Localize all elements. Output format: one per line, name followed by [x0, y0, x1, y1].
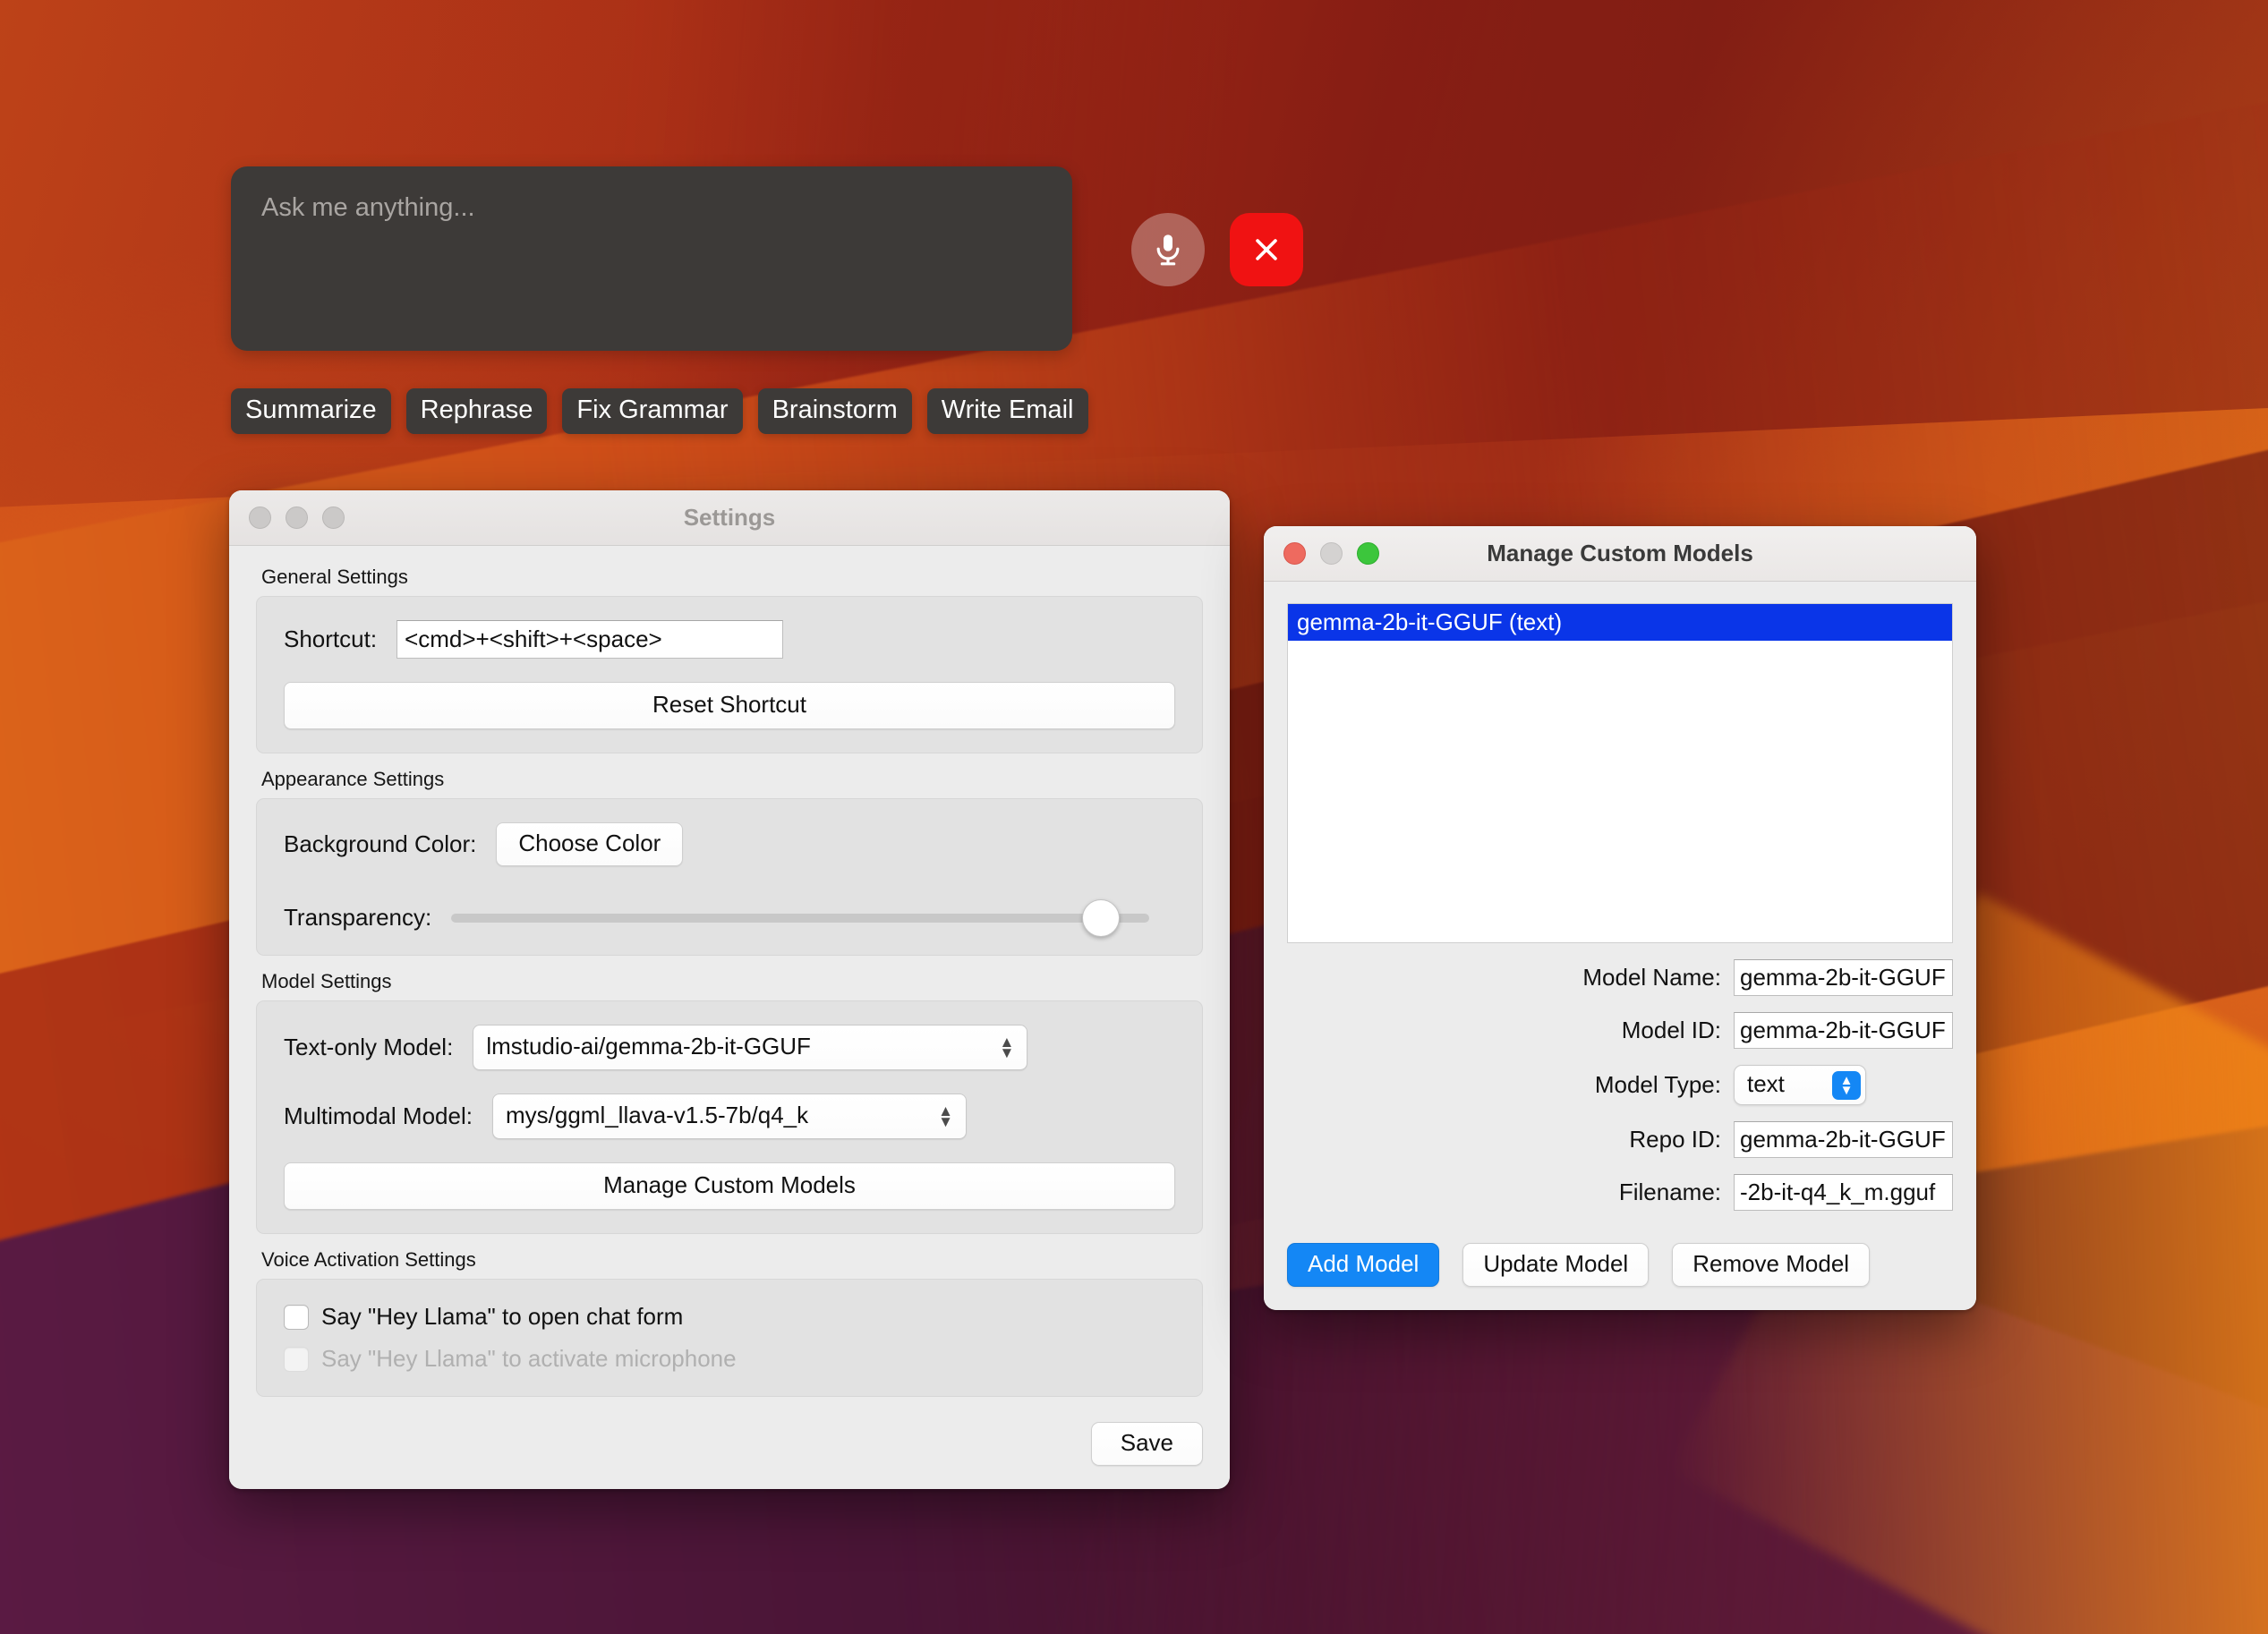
- model-name-row: Model Name:: [1287, 959, 1953, 996]
- shortcut-row: Shortcut:: [284, 620, 1175, 659]
- choose-color-button[interactable]: Choose Color: [496, 822, 683, 866]
- shortcut-input[interactable]: [396, 620, 783, 659]
- chip-summarize[interactable]: Summarize: [231, 388, 391, 434]
- model-type-select[interactable]: text ▲▼: [1734, 1065, 1866, 1105]
- multimodal-model-label: Multimodal Model:: [284, 1102, 473, 1130]
- group-voice-activation-settings: Voice Activation Settings Say "Hey Llama…: [256, 1248, 1203, 1397]
- microphone-icon: [1150, 232, 1186, 268]
- settings-minimize-light[interactable]: [286, 506, 308, 529]
- filename-input[interactable]: [1734, 1174, 1953, 1211]
- reset-shortcut-button[interactable]: Reset Shortcut: [284, 682, 1175, 729]
- models-close-light[interactable]: [1283, 542, 1306, 565]
- model-id-row: Model ID:: [1287, 1012, 1953, 1049]
- model-settings-label: Model Settings: [261, 970, 1203, 993]
- chip-brainstorm[interactable]: Brainstorm: [758, 388, 912, 434]
- checkbox-activate-microphone-label: Say "Hey Llama" to activate microphone: [321, 1345, 737, 1373]
- model-name-input[interactable]: [1734, 959, 1953, 996]
- settings-traffic-lights: [249, 506, 345, 529]
- settings-window-title: Settings: [229, 504, 1230, 532]
- close-button[interactable]: [1230, 213, 1303, 286]
- general-settings-label: General Settings: [261, 566, 1203, 589]
- general-settings-box: Shortcut: Reset Shortcut: [256, 596, 1203, 753]
- settings-zoom-light[interactable]: [322, 506, 345, 529]
- models-minimize-light[interactable]: [1320, 542, 1343, 565]
- list-item[interactable]: gemma-2b-it-GGUF (text): [1288, 604, 1952, 641]
- appearance-settings-label: Appearance Settings: [261, 768, 1203, 791]
- manage-custom-models-window: Manage Custom Models gemma-2b-it-GGUF (t…: [1264, 526, 1976, 1310]
- remove-model-button[interactable]: Remove Model: [1672, 1243, 1870, 1287]
- repo-id-input[interactable]: [1734, 1121, 1953, 1158]
- settings-titlebar[interactable]: Settings: [229, 490, 1230, 546]
- text-only-model-select[interactable]: lmstudio-ai/gemma-2b-it-GGUF ▲▼: [473, 1025, 1027, 1070]
- model-type-label: Model Type:: [1595, 1071, 1721, 1099]
- multimodal-model-select[interactable]: mys/ggml_llava-v1.5-7b/q4_k ▲▼: [492, 1094, 967, 1139]
- chevron-updown-icon: ▲▼: [938, 1106, 953, 1128]
- repo-id-label: Repo ID:: [1629, 1126, 1721, 1153]
- model-type-value: text: [1747, 1070, 1785, 1097]
- transparency-row: Transparency:: [284, 904, 1175, 932]
- settings-window: Settings General Settings Shortcut: Rese…: [229, 490, 1230, 1489]
- background-color-label: Background Color:: [284, 830, 476, 858]
- close-x-icon: [1251, 234, 1282, 265]
- desktop: Ask me anything... Summarize Rephrase F: [0, 0, 2268, 1634]
- save-row: Save: [256, 1422, 1203, 1466]
- group-appearance-settings: Appearance Settings Background Color: Ch…: [256, 768, 1203, 956]
- transparency-label: Transparency:: [284, 904, 431, 932]
- model-id-label: Model ID:: [1622, 1017, 1721, 1044]
- chat-input[interactable]: Ask me anything...: [231, 166, 1072, 351]
- chip-fix-grammar[interactable]: Fix Grammar: [562, 388, 742, 434]
- chevron-updown-icon: ▲▼: [999, 1037, 1014, 1059]
- background-color-row: Background Color: Choose Color: [284, 822, 1175, 866]
- settings-close-light[interactable]: [249, 506, 271, 529]
- manage-custom-models-button[interactable]: Manage Custom Models: [284, 1162, 1175, 1210]
- appearance-settings-box: Background Color: Choose Color Transpare…: [256, 798, 1203, 956]
- chip-write-email[interactable]: Write Email: [927, 388, 1088, 434]
- multimodal-model-row: Multimodal Model: mys/ggml_llava-v1.5-7b…: [284, 1094, 1175, 1139]
- chat-input-row: Ask me anything...: [231, 166, 1303, 351]
- models-action-buttons: Add Model Update Model Remove Model: [1287, 1243, 1953, 1287]
- add-model-button[interactable]: Add Model: [1287, 1243, 1439, 1287]
- microphone-button[interactable]: [1131, 213, 1205, 286]
- filename-label: Filename:: [1619, 1179, 1721, 1206]
- models-titlebar[interactable]: Manage Custom Models: [1264, 526, 1976, 582]
- group-model-settings: Model Settings Text-only Model: lmstudio…: [256, 970, 1203, 1234]
- group-general-settings: General Settings Shortcut: Reset Shortcu…: [256, 566, 1203, 753]
- save-button[interactable]: Save: [1091, 1422, 1203, 1466]
- text-only-model-row: Text-only Model: lmstudio-ai/gemma-2b-it…: [284, 1025, 1175, 1070]
- settings-body: General Settings Shortcut: Reset Shortcu…: [229, 546, 1230, 1489]
- models-traffic-lights: [1283, 542, 1379, 565]
- text-only-model-value: lmstudio-ai/gemma-2b-it-GGUF: [486, 1033, 811, 1060]
- models-body: gemma-2b-it-GGUF (text) Model Name: Mode…: [1264, 582, 1976, 1310]
- checkbox-activate-microphone: [284, 1347, 309, 1372]
- custom-models-list[interactable]: gemma-2b-it-GGUF (text): [1287, 603, 1953, 943]
- multimodal-model-value: mys/ggml_llava-v1.5-7b/q4_k: [506, 1102, 808, 1128]
- chevron-updown-icon: ▲▼: [1832, 1071, 1861, 1100]
- checkbox-row-open-chat[interactable]: Say "Hey Llama" to open chat form: [284, 1303, 1175, 1331]
- repo-id-row: Repo ID:: [1287, 1121, 1953, 1158]
- voice-activation-settings-label: Voice Activation Settings: [261, 1248, 1203, 1272]
- model-settings-box: Text-only Model: lmstudio-ai/gemma-2b-it…: [256, 1000, 1203, 1234]
- shortcut-label: Shortcut:: [284, 626, 377, 653]
- models-zoom-light[interactable]: [1357, 542, 1379, 565]
- chat-overlay: Ask me anything... Summarize Rephrase F: [231, 166, 1303, 434]
- model-name-label: Model Name:: [1582, 964, 1721, 991]
- model-type-row: Model Type: text ▲▼: [1287, 1065, 1953, 1105]
- voice-activation-settings-box: Say "Hey Llama" to open chat form Say "H…: [256, 1279, 1203, 1397]
- checkbox-row-activate-mic: Say "Hey Llama" to activate microphone: [284, 1345, 1175, 1373]
- model-id-input[interactable]: [1734, 1012, 1953, 1049]
- text-only-model-label: Text-only Model:: [284, 1034, 453, 1061]
- transparency-slider[interactable]: [451, 914, 1149, 923]
- transparency-slider-knob[interactable]: [1082, 899, 1120, 937]
- update-model-button[interactable]: Update Model: [1462, 1243, 1649, 1287]
- chip-rephrase[interactable]: Rephrase: [406, 388, 548, 434]
- checkbox-open-chat-form-label: Say "Hey Llama" to open chat form: [321, 1303, 683, 1331]
- checkbox-open-chat-form[interactable]: [284, 1305, 309, 1330]
- filename-row: Filename:: [1287, 1174, 1953, 1211]
- quick-action-chips: Summarize Rephrase Fix Grammar Brainstor…: [231, 388, 1303, 434]
